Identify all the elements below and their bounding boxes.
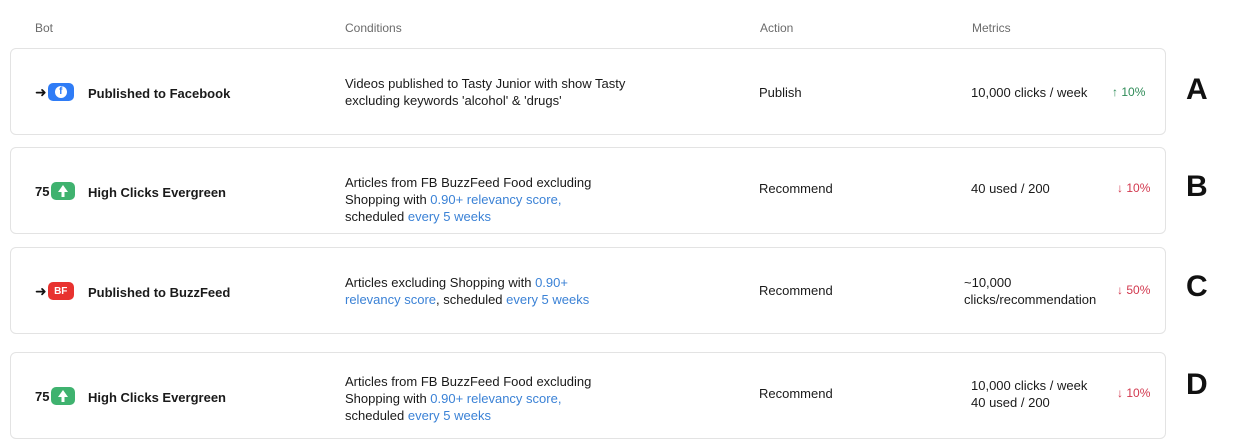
bot-name: Published to BuzzFeed — [88, 285, 231, 300]
row-letter: A — [1186, 73, 1208, 106]
header-bot: Bot — [35, 21, 54, 35]
bot-row-d[interactable]: 75 High Clicks Evergreen Articles from F… — [10, 352, 1166, 439]
relevancy-link[interactable]: 0.90+ relevancy score, — [430, 192, 561, 207]
bot-name: High Clicks Evergreen — [88, 185, 226, 200]
trend-down: ↓ 50% — [1117, 283, 1151, 297]
bot-name: Published to Facebook — [88, 86, 231, 101]
metrics: ~10,000 clicks/recommendation — [964, 275, 1097, 307]
relevancy-link[interactable]: 0.90+ — [535, 275, 568, 290]
bot-name: High Clicks Evergreen — [88, 390, 226, 405]
arrow-up-icon: ↑ — [1112, 85, 1118, 99]
conditions: Videos published to Tasty Junior with sh… — [345, 76, 626, 108]
evergreen-tree-icon — [51, 387, 76, 405]
metrics: 10,000 clicks / week 40 used / 200 — [971, 378, 1088, 410]
conditions: Articles from FB BuzzFeed Food excluding… — [345, 374, 592, 423]
row-letter: D — [1186, 368, 1208, 401]
conditions: Articles excluding Shopping with 0.90+ r… — [345, 275, 590, 307]
row-letter: C — [1186, 270, 1208, 303]
arrow-down-icon: ↓ — [1117, 181, 1123, 195]
header-metrics: Metrics — [972, 21, 1011, 35]
arrow-right-icon: ➜ — [35, 282, 47, 299]
bot-row-c[interactable]: ➜ BF Published to BuzzFeed Articles excl… — [10, 247, 1166, 334]
trend-up: ↑ 10% — [1112, 85, 1146, 99]
schedule-link[interactable]: every 5 weeks — [408, 408, 491, 423]
facebook-icon: f — [47, 83, 74, 101]
action: Recommend — [759, 386, 833, 401]
trend-down: ↓ 10% — [1117, 386, 1151, 400]
bot-number: 75 — [35, 388, 50, 404]
header-action: Action — [760, 21, 794, 35]
schedule-link[interactable]: every 5 weeks — [506, 292, 589, 307]
schedule-link[interactable]: every 5 weeks — [408, 209, 491, 224]
action: Recommend — [759, 181, 833, 196]
row-letter: B — [1186, 170, 1208, 203]
relevancy-link[interactable]: 0.90+ relevancy score, — [430, 391, 561, 406]
bot-row-b[interactable]: 75 High Clicks Evergreen Articles from F… — [10, 147, 1166, 234]
trend-down: ↓ 10% — [1117, 181, 1151, 195]
arrow-right-icon: ➜ — [35, 83, 47, 100]
header-conditions: Conditions — [345, 21, 402, 35]
bot-icon-group: ➜ f — [35, 83, 74, 101]
arrow-down-icon: ↓ — [1117, 386, 1123, 400]
action: Publish — [759, 85, 802, 100]
arrow-down-icon: ↓ — [1117, 283, 1123, 297]
bot-number: 75 — [35, 183, 50, 199]
conditions: Articles from FB BuzzFeed Food excluding… — [345, 175, 592, 224]
buzzfeed-icon: BF — [47, 282, 74, 300]
action: Recommend — [759, 283, 833, 298]
metrics: 40 used / 200 — [971, 181, 1050, 196]
relevancy-link[interactable]: relevancy score — [345, 292, 436, 307]
bot-row-a[interactable]: ➜ f Published to Facebook Videos publish… — [10, 48, 1166, 135]
evergreen-tree-icon — [51, 182, 76, 200]
bot-icon-group: 75 — [35, 182, 76, 200]
bot-icon-group: ➜ BF — [35, 282, 74, 300]
metrics: 10,000 clicks / week — [971, 85, 1088, 100]
bot-icon-group: 75 — [35, 387, 76, 405]
